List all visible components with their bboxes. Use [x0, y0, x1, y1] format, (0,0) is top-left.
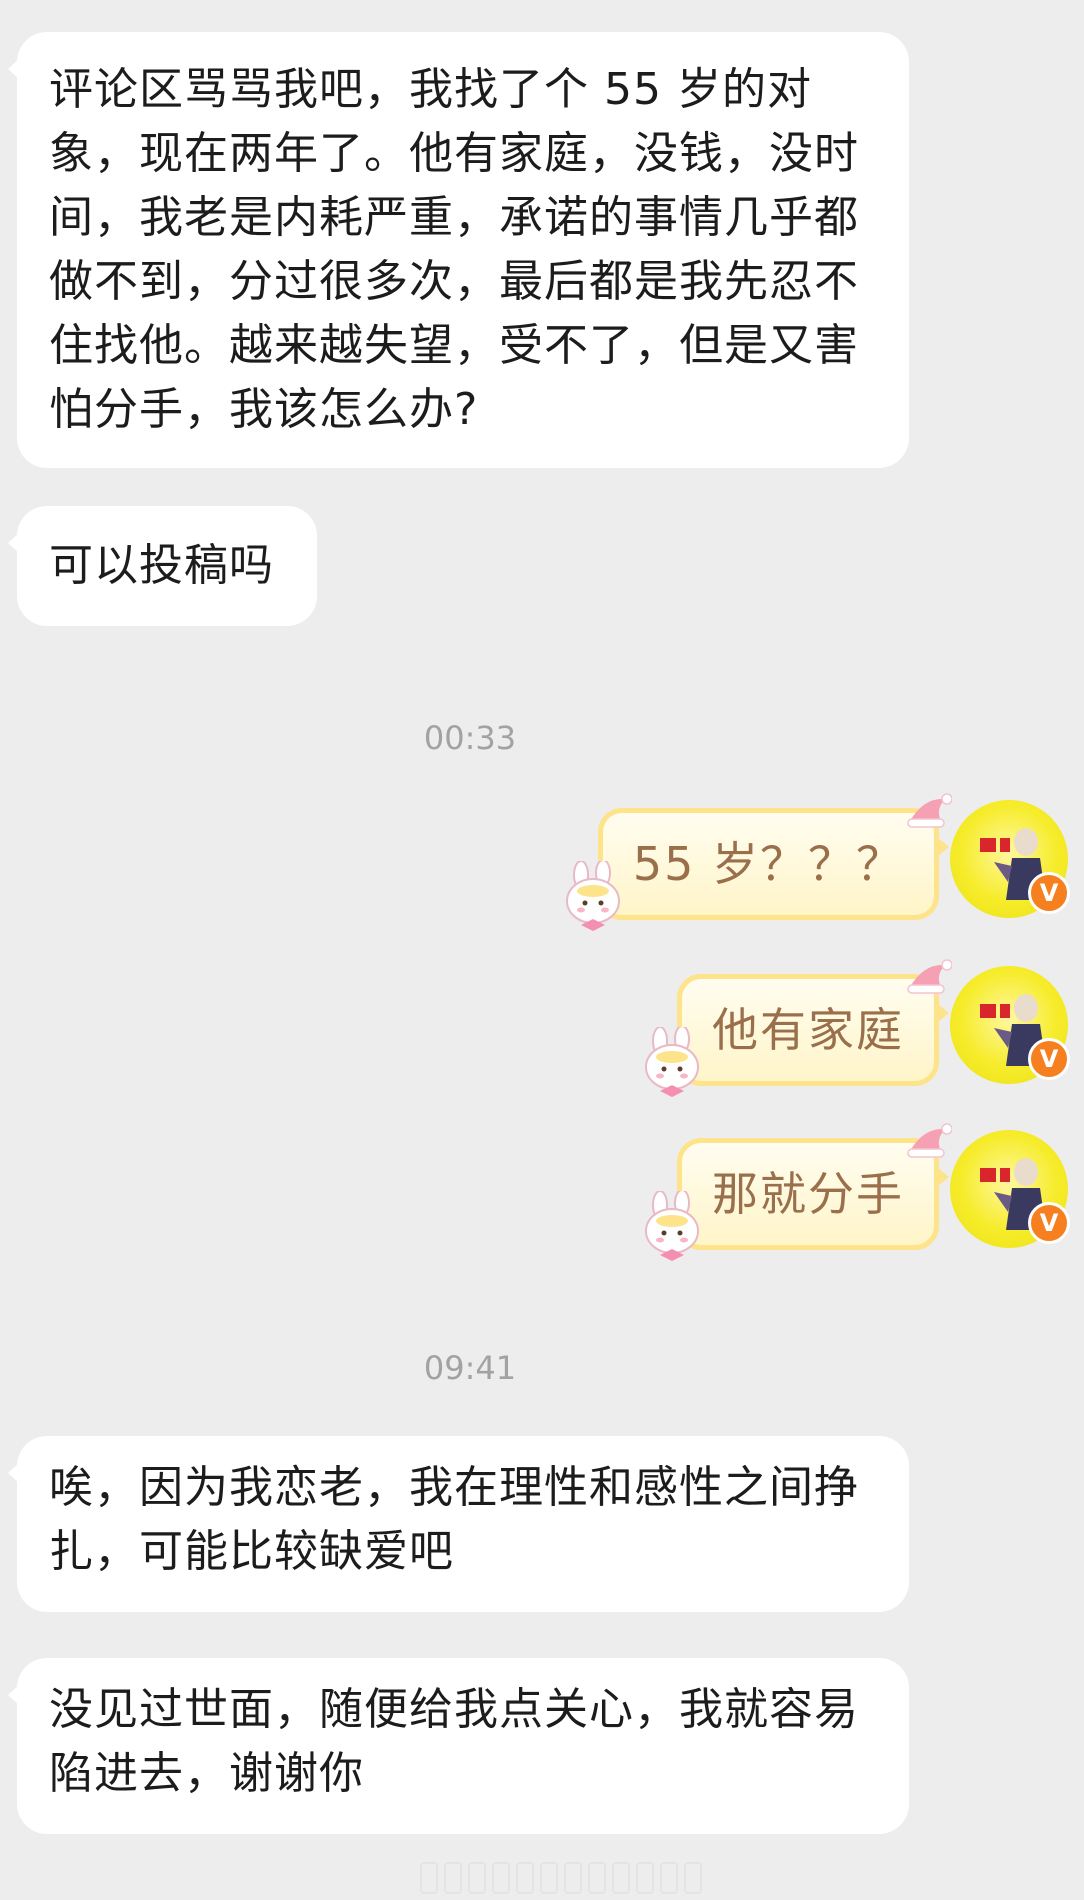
verified-badge: V — [1028, 872, 1070, 914]
incoming-message[interactable]: 评论区骂骂我吧，我找了个 55 岁的对象，现在两年了。他有家庭，没钱，没时间，我… — [8, 32, 909, 468]
avatar[interactable]: V — [950, 800, 1070, 918]
outgoing-message-row: 他有家庭 V — [584, 959, 1084, 1097]
message-text: 评论区骂骂我吧，我找了个 55 岁的对象，现在两年了。他有家庭，没钱，没时间，我… — [49, 64, 859, 435]
message-text: 没见过世面，随便给我点关心，我就容易陷进去，谢谢你 — [49, 1684, 859, 1799]
message-text: 他有家庭 — [712, 1003, 904, 1057]
outgoing-message[interactable]: 55 岁？？？ — [565, 793, 952, 931]
santa-hat-icon — [907, 959, 952, 994]
message-text: 那就分手 — [712, 1167, 904, 1221]
outgoing-message[interactable]: 他有家庭 — [645, 959, 952, 1097]
outgoing-message-row: 那就分手 V — [584, 1123, 1084, 1261]
message-text: 唉，因为我恋老，我在理性和感性之间挣扎，可能比较缺爱吧 — [49, 1462, 859, 1577]
outgoing-message-row: 55 岁？？？ V — [565, 793, 1084, 931]
verified-badge: V — [1028, 1038, 1070, 1080]
message-text: 55 岁？？？ — [632, 837, 904, 891]
incoming-message[interactable]: 唉，因为我恋老，我在理性和感性之间挣扎，可能比较缺爱吧 — [8, 1436, 909, 1612]
bunny-sticker-icon — [645, 1027, 699, 1097]
outgoing-message[interactable]: 那就分手 — [645, 1123, 952, 1261]
bunny-sticker-icon — [645, 1191, 699, 1261]
bunny-sticker-icon — [565, 861, 620, 931]
verified-badge: V — [1028, 1202, 1070, 1244]
incoming-message[interactable]: 没见过世面，随便给我点关心，我就容易陷进去，谢谢你 — [8, 1658, 909, 1834]
incoming-message[interactable]: 可以投稿吗 — [8, 506, 317, 626]
santa-hat-icon — [907, 1123, 952, 1158]
santa-hat-icon — [907, 793, 952, 828]
message-text: 可以投稿吗 — [49, 540, 274, 591]
timestamp: 09:41 — [423, 1349, 517, 1387]
avatar[interactable]: V — [950, 966, 1070, 1084]
timestamp: 00:33 — [423, 719, 517, 757]
avatar[interactable]: V — [950, 1130, 1070, 1248]
watermark — [420, 1862, 702, 1894]
